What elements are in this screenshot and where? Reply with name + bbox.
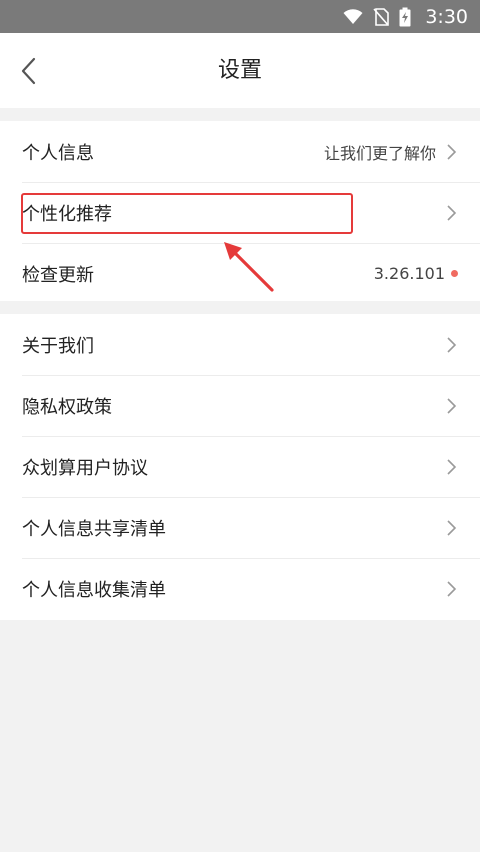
chevron-right-icon bbox=[447, 143, 457, 160]
version-value: 3.26.101 bbox=[373, 264, 445, 283]
row-info-sharing-list[interactable]: 个人信息共享清单 bbox=[0, 497, 480, 558]
row-label: 关于我们 bbox=[22, 335, 94, 357]
row-label: 个人信息 bbox=[22, 142, 94, 164]
chevron-right-icon bbox=[447, 580, 457, 597]
chevron-right-icon bbox=[447, 336, 457, 353]
row-privacy-policy[interactable]: 隐私权政策 bbox=[0, 375, 480, 436]
row-user-agreement[interactable]: 众划算用户协议 bbox=[0, 436, 480, 497]
update-badge bbox=[451, 270, 458, 277]
chevron-right-icon bbox=[447, 204, 457, 221]
header: 设置 bbox=[0, 33, 480, 108]
row-label: 检查更新 bbox=[22, 264, 94, 286]
page-title: 设置 bbox=[217, 58, 262, 83]
row-label: 众划算用户协议 bbox=[22, 457, 148, 479]
row-label: 个人信息共享清单 bbox=[22, 518, 166, 540]
settings-group-2: 关于我们 隐私权政策 众划算用户协议 个人信息共享清单 个人信息收集清单 bbox=[0, 314, 480, 620]
battery-charging-icon bbox=[399, 7, 411, 26]
status-time: 3:30 bbox=[425, 5, 468, 28]
chevron-right-icon bbox=[447, 397, 457, 414]
row-about-us[interactable]: 关于我们 bbox=[0, 314, 480, 375]
wifi-icon bbox=[343, 8, 363, 24]
status-bar: 3:30 bbox=[0, 0, 480, 33]
row-label: 隐私权政策 bbox=[22, 396, 112, 418]
no-sim-icon bbox=[373, 7, 390, 26]
row-info-collection-list[interactable]: 个人信息收集清单 bbox=[0, 558, 480, 619]
annotation-arrow-icon bbox=[224, 242, 274, 292]
chevron-right-icon bbox=[447, 458, 457, 475]
row-value: 让我们更了解你 bbox=[323, 143, 436, 163]
row-label: 个人信息收集清单 bbox=[22, 579, 166, 601]
row-personal-info[interactable]: 个人信息 让我们更了解你 bbox=[0, 121, 480, 182]
chevron-right-icon bbox=[447, 519, 457, 536]
annotation-highlight-box bbox=[21, 193, 353, 234]
